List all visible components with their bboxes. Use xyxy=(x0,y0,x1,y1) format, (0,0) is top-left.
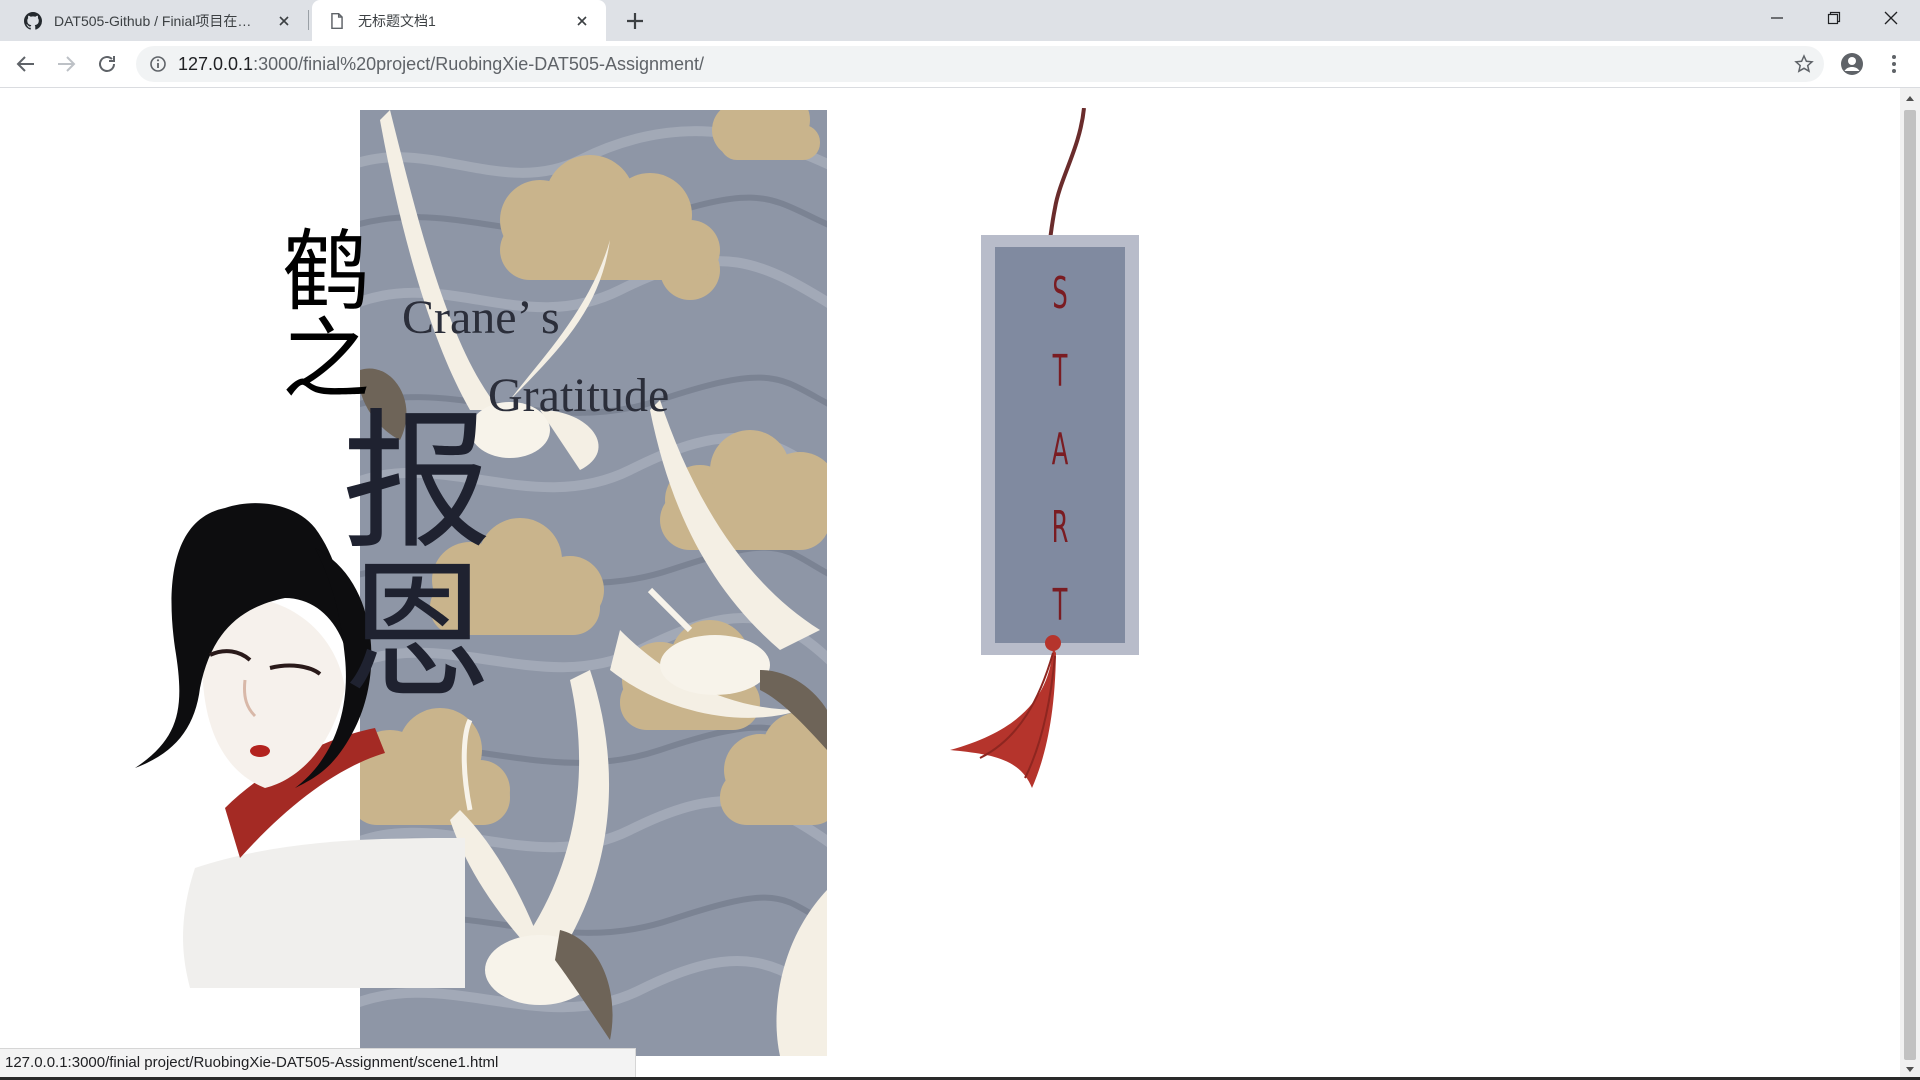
reload-icon[interactable] xyxy=(95,52,119,76)
document-icon xyxy=(331,12,343,29)
tab-github[interactable]: DAT505-Github / Finial项目在… xyxy=(0,0,308,41)
minimize-button[interactable] xyxy=(1748,0,1806,36)
info-icon[interactable] xyxy=(149,55,167,73)
page-viewport: 鹤 之 报 恩 Crane’ s Gratitude S T A R T xyxy=(0,88,1900,1080)
title-char-2: 之 xyxy=(282,308,371,411)
tab-separator xyxy=(308,10,309,30)
title-english-line1: Crane’ s xyxy=(402,291,560,344)
vertical-scrollbar[interactable] xyxy=(1900,88,1920,1080)
tab-strip: DAT505-Github / Finial项目在… 无标题文档1 xyxy=(0,0,1920,41)
scrollbar-thumb[interactable] xyxy=(1904,110,1916,1060)
github-icon xyxy=(24,11,42,30)
close-tab-icon[interactable] xyxy=(276,13,292,29)
tassel-icon xyxy=(950,635,1061,788)
tab-active[interactable]: 无标题文档1 xyxy=(312,0,606,41)
tab-title: 无标题文档1 xyxy=(358,12,436,29)
back-arrow-icon[interactable] xyxy=(14,52,38,76)
star-icon[interactable] xyxy=(1794,54,1814,74)
start-bookmark[interactable]: S T A R T xyxy=(940,108,1180,808)
minimize-icon xyxy=(1771,17,1783,19)
scroll-up-icon[interactable] xyxy=(1900,90,1920,108)
url-text[interactable]: 127.0.0.1:3000/finial%20project/RuobingX… xyxy=(178,46,704,82)
restore-button[interactable] xyxy=(1805,0,1863,36)
browser-toolbar: 127.0.0.1:3000/finial%20project/RuobingX… xyxy=(0,41,1920,88)
title-char-4: 恩 xyxy=(342,546,493,720)
tab-title: DAT505-Github / Finial项目在… xyxy=(54,12,252,29)
menu-icon[interactable] xyxy=(1882,52,1906,76)
address-bar[interactable]: 127.0.0.1:3000/finial%20project/RuobingX… xyxy=(136,46,1824,82)
restore-icon xyxy=(1827,11,1841,25)
title-char-1: 鹤 xyxy=(282,220,371,323)
title-english-line2: Gratitude xyxy=(488,369,670,422)
forward-arrow-icon[interactable] xyxy=(54,52,78,76)
close-icon xyxy=(1884,11,1898,25)
scroll-down-icon[interactable] xyxy=(1900,1060,1920,1078)
close-window-button[interactable] xyxy=(1862,0,1920,36)
close-tab-icon[interactable] xyxy=(574,13,590,29)
url-path: :3000/finial%20project/RuobingXie-DAT505… xyxy=(253,54,704,74)
url-host: 127.0.0.1 xyxy=(178,54,254,74)
title-char-3: 报 xyxy=(342,396,493,570)
profile-icon[interactable] xyxy=(1840,52,1864,76)
new-tab-icon[interactable] xyxy=(624,10,646,32)
status-url-bubble: 127.0.0.1:3000/finial project/RuobingXie… xyxy=(0,1048,636,1077)
